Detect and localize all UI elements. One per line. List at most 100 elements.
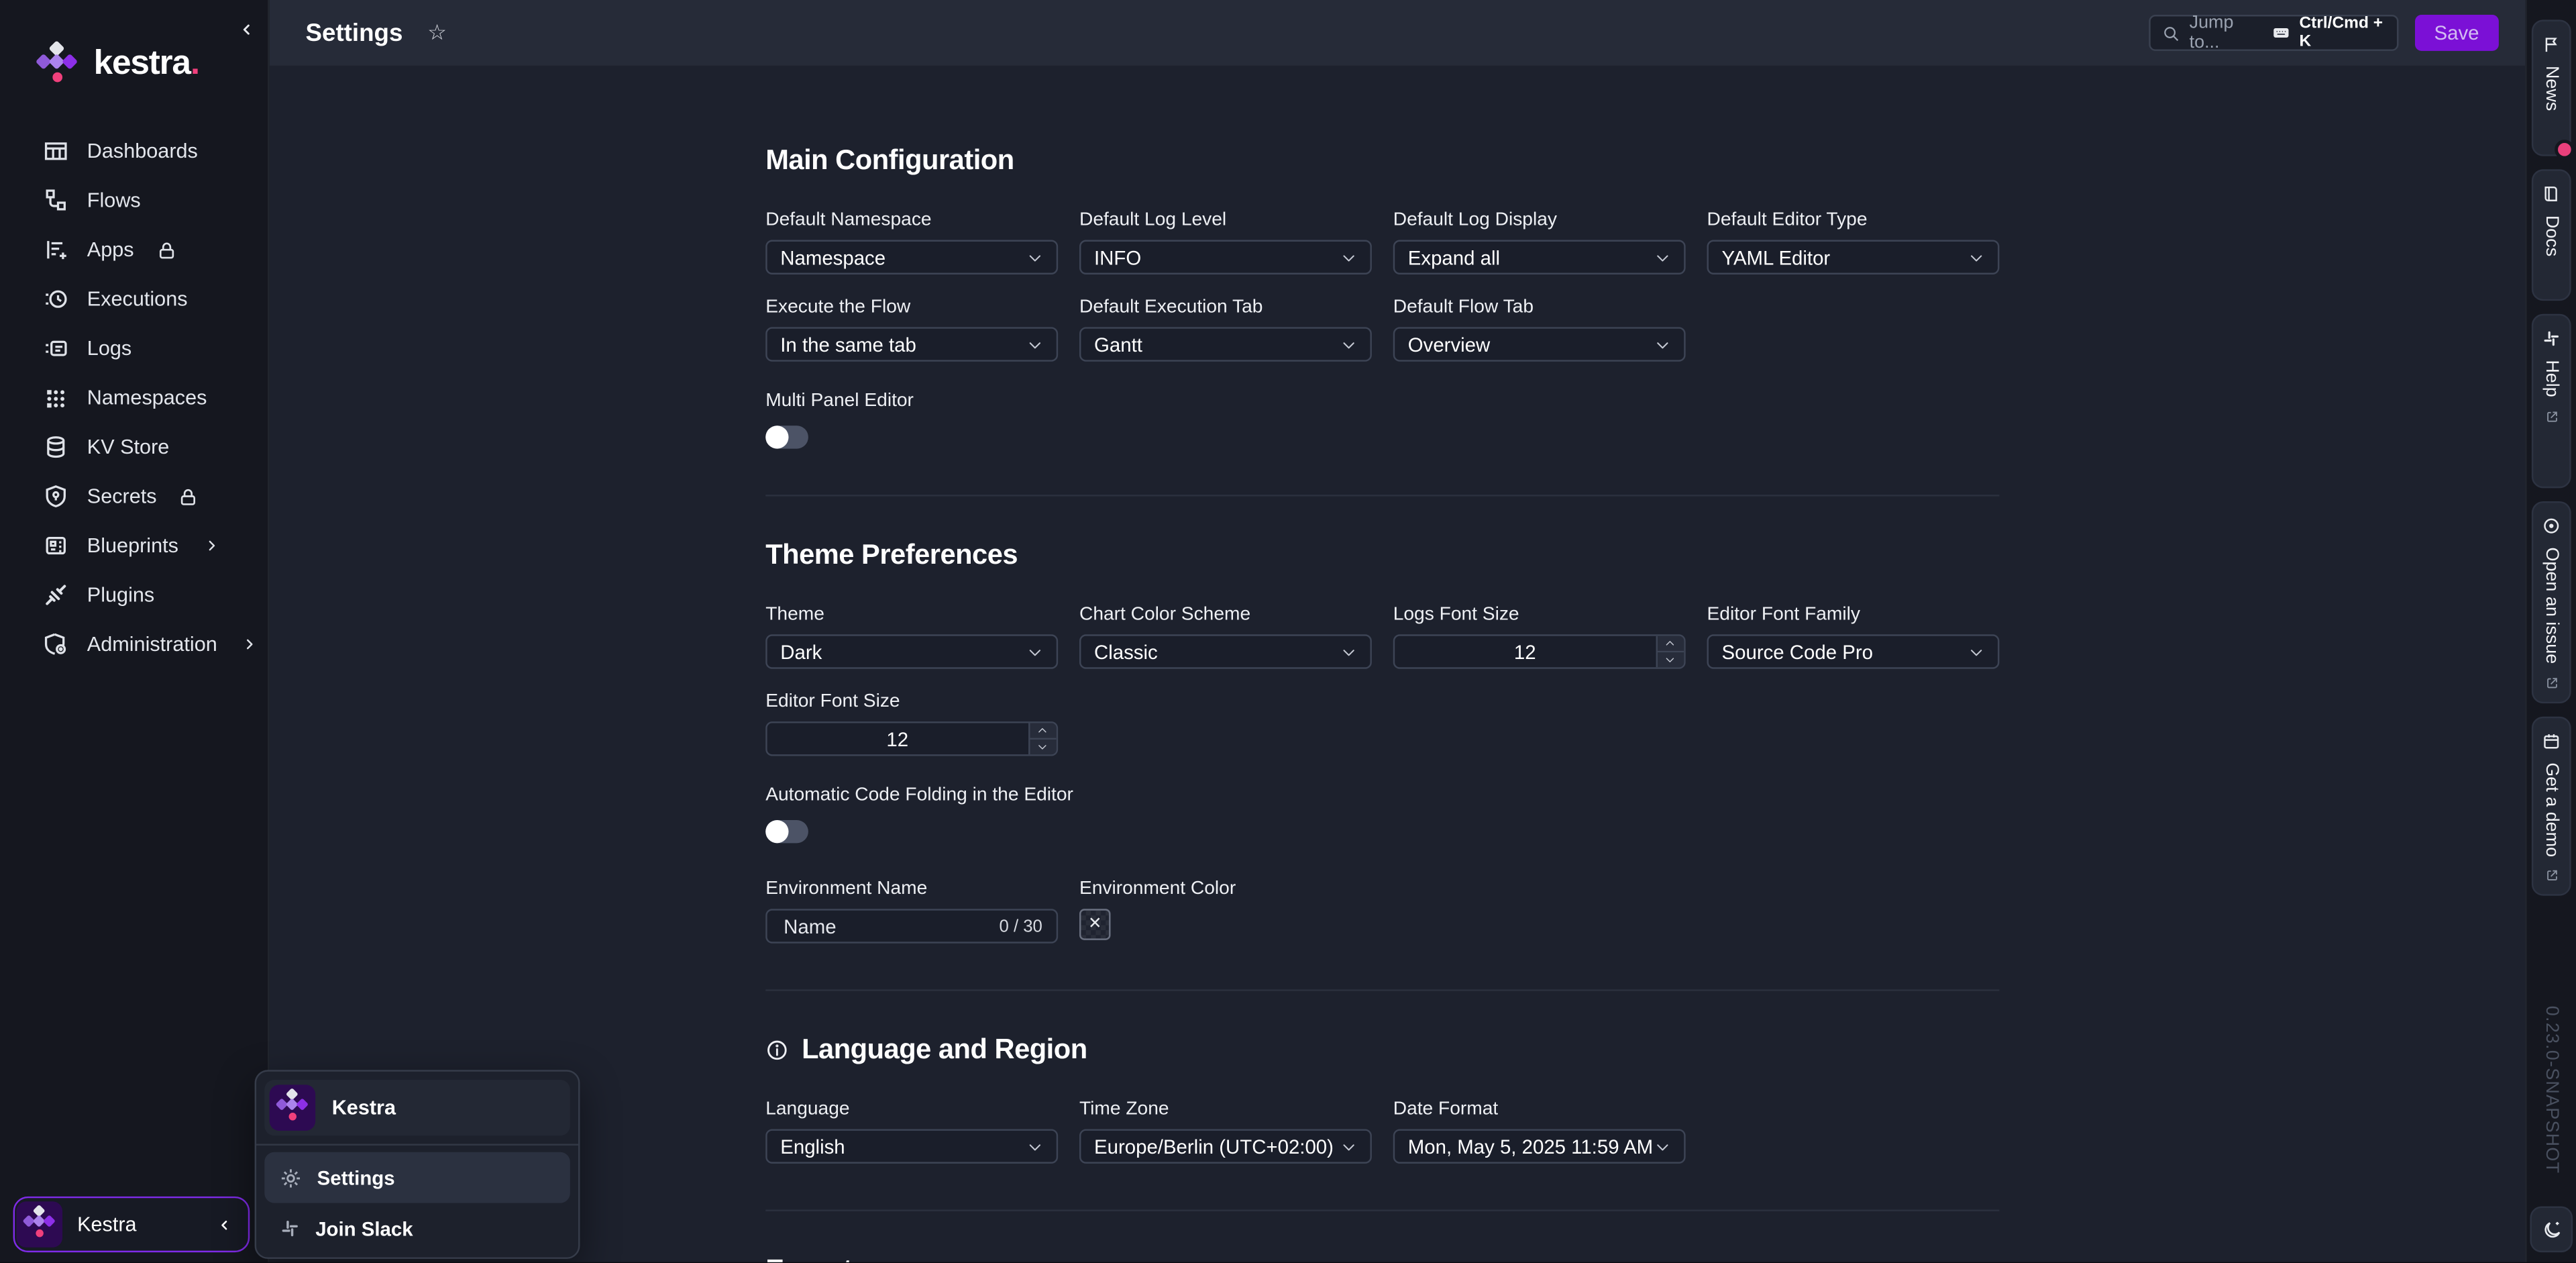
default-execution-tab-select[interactable]: Gantt	[1079, 327, 1371, 361]
stepper-down-button[interactable]	[1657, 652, 1683, 667]
stepper-up-button[interactable]	[1029, 723, 1055, 740]
slack-icon	[2542, 329, 2561, 348]
editor-font-size-input[interactable]: 12	[765, 721, 1057, 756]
jump-to-search[interactable]: Jump to... Ctrl/Cmd + K	[2148, 15, 2398, 51]
menu-item-settings[interactable]: Settings	[264, 1152, 570, 1203]
tenant-name: Kestra	[77, 1213, 202, 1235]
rail-button-help[interactable]: Help	[2532, 314, 2571, 489]
menu-item-label: Join Slack	[315, 1217, 413, 1240]
chevron-down-icon	[1654, 1138, 1670, 1154]
page-title: Settings	[306, 19, 403, 47]
sidebar-item-namespaces[interactable]: Namespaces	[0, 373, 268, 422]
chevron-down-icon	[1026, 644, 1042, 660]
field-theme: Theme Dark	[765, 605, 1057, 669]
blueprints-icon	[43, 532, 69, 558]
flows-icon	[43, 187, 69, 213]
external-link-icon	[2544, 868, 2559, 883]
sidebar-nav: Dashboards Flows Apps Executions	[0, 127, 268, 669]
sidebar-item-kv-store[interactable]: KV Store	[0, 422, 268, 471]
executions-icon	[43, 286, 69, 312]
environment-name-input[interactable]	[780, 913, 989, 939]
sidebar-item-dashboards[interactable]: Dashboards	[0, 127, 268, 176]
sidebar-item-label: Apps	[87, 238, 134, 261]
database-icon	[43, 434, 69, 460]
menu-divider	[256, 1144, 578, 1145]
apps-icon	[43, 237, 69, 263]
sidebar-item-secrets[interactable]: Secrets	[0, 472, 268, 521]
tenant-selector[interactable]: Kestra	[13, 1197, 250, 1252]
chart-color-scheme-select[interactable]: Classic	[1079, 634, 1371, 668]
info-icon	[765, 1039, 788, 1062]
sidebar-item-blueprints[interactable]: Blueprints	[0, 521, 268, 570]
sidebar-item-flows[interactable]: Flows	[0, 176, 268, 225]
rail-label: Get a demo	[2542, 762, 2561, 857]
language-select[interactable]: English	[765, 1129, 1057, 1163]
section-title-theme-preferences: Theme Preferences	[765, 539, 1999, 572]
tenant-context-menu: Kestra Settings Join Slack	[255, 1070, 580, 1259]
rail-button-get-a-demo[interactable]: Get a demo	[2532, 717, 2571, 897]
logo-wordmark: kestra.	[94, 46, 199, 81]
keyboard-icon	[2269, 25, 2291, 41]
sidebar-item-label: Dashboards	[87, 140, 198, 162]
field-environment-name: Environment Name 0 / 30	[765, 879, 1057, 944]
chevron-down-icon	[1340, 1138, 1356, 1154]
logs-icon	[43, 336, 69, 362]
field-label: Logs Font Size	[1393, 605, 1685, 624]
logs-font-size-input[interactable]: 12	[1393, 634, 1685, 668]
multi-panel-editor-toggle[interactable]	[765, 425, 808, 448]
auto-code-folding-toggle[interactable]	[765, 820, 808, 843]
sidebar-item-apps[interactable]: Apps	[0, 225, 268, 274]
sidebar-item-executions[interactable]: Executions	[0, 274, 268, 323]
sidebar-item-plugins[interactable]: Plugins	[0, 570, 268, 619]
default-flow-tab-select[interactable]: Overview	[1393, 327, 1685, 361]
save-button[interactable]: Save	[2414, 15, 2499, 51]
field-label: Theme	[765, 605, 1057, 624]
context-menu-account[interactable]: Kestra	[264, 1080, 570, 1135]
search-icon	[2161, 24, 2180, 42]
sidebar-item-label: Executions	[87, 288, 188, 311]
field-default-flow-tab: Default Flow Tab Overview	[1393, 297, 1685, 362]
chevron-down-icon	[1026, 336, 1042, 352]
stepper-down-button[interactable]	[1029, 740, 1055, 754]
field-logs-font-size: Logs Font Size 12	[1393, 605, 1685, 669]
field-label: Editor Font Size	[765, 692, 1057, 711]
editor-font-family-select[interactable]: Source Code Pro	[1707, 634, 1998, 668]
rail-button-docs[interactable]: Docs	[2532, 169, 2571, 301]
calendar-icon	[2542, 731, 2561, 751]
rail-button-news[interactable]: News	[2532, 19, 2571, 156]
menu-item-label: Settings	[317, 1166, 395, 1189]
default-log-level-select[interactable]: INFO	[1079, 240, 1371, 274]
field-default-execution-tab: Default Execution Tab Gantt	[1079, 297, 1371, 362]
rail-button-open-an-issue[interactable]: Open an issue	[2532, 501, 2571, 703]
field-label: Editor Font Family	[1707, 605, 1998, 624]
chevron-down-icon	[1340, 249, 1356, 265]
kestra-logo[interactable]: kestra.	[0, 0, 268, 84]
sidebar-item-logs[interactable]: Logs	[0, 323, 268, 372]
field-language: Language English	[765, 1099, 1057, 1164]
plugins-icon	[43, 582, 69, 608]
sidebar-item-label: Flows	[87, 189, 141, 212]
date-format-select[interactable]: Mon, May 5, 2025 11:59 AM	[1393, 1129, 1685, 1163]
favorite-star-icon[interactable]: ☆	[427, 19, 447, 46]
time-zone-select[interactable]: Europe/Berlin (UTC+02:00)	[1079, 1129, 1371, 1163]
sidebar-item-label: KV Store	[87, 436, 170, 458]
default-namespace-select[interactable]: Namespace	[765, 240, 1057, 274]
right-rail: News Docs Help Open an issue Get a demo	[2525, 0, 2576, 1262]
environment-color-clear-button[interactable]: ✕	[1079, 909, 1111, 940]
sidebar-item-administration[interactable]: Administration	[0, 619, 268, 668]
theme-select[interactable]: Dark	[765, 634, 1057, 668]
field-execute-the-flow: Execute the Flow In the same tab	[765, 297, 1057, 362]
sidebar: kestra. Dashboards Flows Apps	[0, 0, 270, 1262]
stepper-up-button[interactable]	[1657, 636, 1683, 652]
default-editor-type-select[interactable]: YAML Editor	[1707, 240, 1998, 274]
execute-the-flow-select[interactable]: In the same tab	[765, 327, 1057, 361]
theme-toggle-button[interactable]	[2530, 1207, 2573, 1253]
field-label: Default Log Level	[1079, 210, 1371, 230]
menu-item-join-slack[interactable]: Join Slack	[264, 1203, 570, 1254]
default-log-display-select[interactable]: Expand all	[1393, 240, 1685, 274]
sidebar-collapse-icon[interactable]	[238, 16, 254, 46]
chevron-down-icon	[1026, 249, 1042, 265]
field-label: Default Execution Tab	[1079, 297, 1371, 317]
chevron-down-icon	[1026, 1138, 1042, 1154]
field-label: Date Format	[1393, 1099, 1685, 1119]
